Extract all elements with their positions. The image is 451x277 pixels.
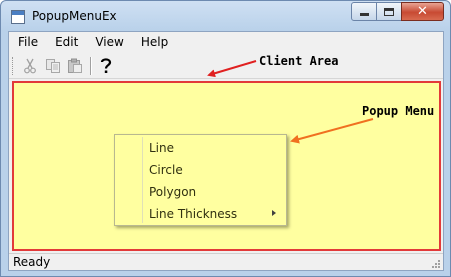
paste-button[interactable]	[65, 56, 85, 76]
cut-button[interactable]	[20, 56, 40, 76]
copy-button[interactable]	[43, 56, 63, 76]
maximize-button[interactable]	[376, 2, 402, 21]
popup-menu: Line Circle Polygon Line Thickness	[114, 134, 287, 226]
minimize-icon	[359, 13, 369, 16]
title-bar[interactable]: PopupMenuEx ✕	[1, 1, 450, 31]
size-grip-icon[interactable]	[429, 257, 441, 269]
submenu-arrow-icon	[272, 210, 276, 216]
popup-item-line[interactable]: Line	[149, 141, 174, 155]
popup-menu-gutter	[142, 137, 143, 223]
paste-icon	[68, 58, 82, 73]
close-icon: ✕	[417, 4, 428, 19]
window-title: PopupMenuEx	[32, 9, 117, 23]
minimize-button[interactable]	[351, 2, 377, 21]
popup-item-circle[interactable]: Circle	[149, 163, 183, 177]
app-window-icon[interactable]	[11, 10, 25, 24]
client-area-annotation: Client Area	[259, 54, 339, 68]
popup-item-polygon[interactable]: Polygon	[149, 185, 196, 199]
toolbar-grip[interactable]	[12, 57, 15, 75]
menu-bar: File Edit View Help	[9, 32, 443, 52]
copy-icon	[46, 59, 60, 73]
toolbar-separator	[90, 57, 92, 75]
status-bar: Ready	[9, 253, 443, 270]
help-icon	[100, 58, 112, 73]
maximize-icon	[384, 7, 394, 16]
toolbar	[9, 53, 443, 79]
menu-file[interactable]: File	[9, 35, 46, 49]
status-text: Ready	[13, 255, 51, 269]
help-button[interactable]	[96, 56, 116, 76]
cut-icon	[24, 58, 36, 74]
menu-view[interactable]: View	[86, 35, 131, 49]
popup-menu-annotation: Popup Menu	[362, 104, 435, 118]
menu-edit[interactable]: Edit	[46, 35, 86, 49]
caption-buttons: ✕	[351, 2, 444, 22]
close-button[interactable]: ✕	[401, 2, 444, 21]
popup-item-line-thickness[interactable]: Line Thickness	[149, 207, 237, 221]
menu-help[interactable]: Help	[132, 35, 176, 49]
